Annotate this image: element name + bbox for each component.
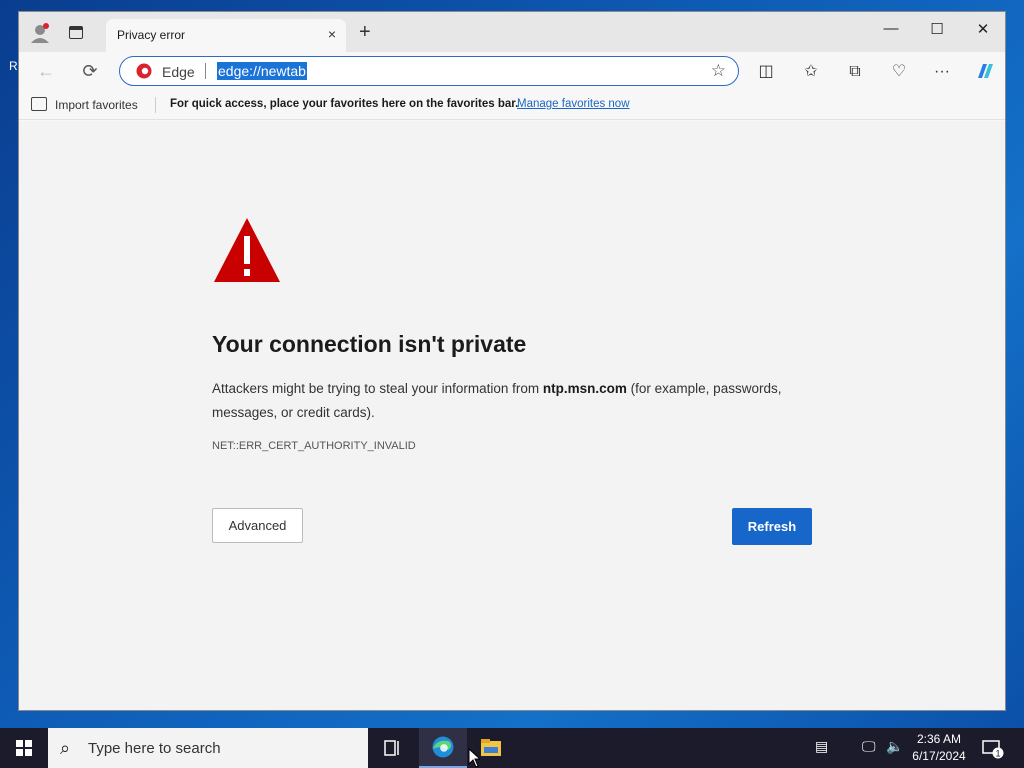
search-placeholder: Type here to search: [88, 740, 221, 757]
address-separator: [205, 63, 206, 79]
new-tab-icon[interactable]: +: [359, 22, 371, 42]
manage-favorites-link[interactable]: Manage favorites now: [517, 98, 630, 110]
error-heading: Your connection isn't private: [212, 331, 527, 357]
favorites-bar: Import favorites For quick access, place…: [19, 90, 1005, 120]
description-host: ntp.msn.com: [542, 381, 627, 396]
refresh-icon[interactable]: ⟳: [79, 60, 101, 82]
tab-close-icon[interactable]: ×: [328, 26, 336, 42]
taskbar-search-box[interactable]: ⌕ Type here to search: [48, 728, 368, 768]
close-window-icon[interactable]: ✕: [973, 20, 993, 38]
warning-icon: [214, 218, 280, 282]
windows-start-icon[interactable]: [0, 728, 48, 768]
maximize-icon[interactable]: ☐: [927, 20, 947, 38]
network-icon[interactable]: 🖵: [862, 738, 876, 755]
copilot-icon[interactable]: [974, 60, 996, 82]
advanced-button[interactable]: Advanced: [212, 508, 303, 543]
address-bar[interactable]: Edge edge://newtab ☆: [119, 56, 739, 86]
notification-count: 1: [995, 749, 1000, 759]
more-options-icon[interactable]: ···: [931, 61, 953, 83]
import-favorites-button[interactable]: Import favorites: [55, 98, 138, 112]
site-info-label[interactable]: Edge: [162, 64, 195, 80]
favorites-hint: For quick access, place your favorites h…: [170, 98, 519, 110]
system-clock[interactable]: 2:36 AM 6/17/2024: [906, 731, 972, 765]
profile-icon[interactable]: [29, 22, 51, 44]
split-screen-icon[interactable]: ◫: [755, 61, 777, 83]
notification-icon[interactable]: 1: [982, 739, 1004, 759]
url-text[interactable]: edge://newtab: [217, 62, 307, 80]
clock-date: 6/17/2024: [912, 749, 966, 763]
browser-essentials-icon[interactable]: ♡: [888, 61, 910, 83]
edge-taskbar-icon[interactable]: [419, 728, 467, 768]
error-description: Attackers might be trying to steal your …: [212, 377, 822, 425]
tab-title: Privacy error: [117, 28, 186, 42]
back-icon[interactable]: ←: [35, 60, 57, 82]
browser-window: Privacy error × + — ☐ ✕ ← ⟳ Edge edge://…: [18, 11, 1006, 711]
search-icon: ⌕: [60, 738, 71, 758]
description-pre: Attackers might be trying to steal your …: [212, 381, 543, 396]
error-page: Your connection isn't private Attackers …: [19, 121, 1005, 710]
minimize-icon[interactable]: —: [881, 20, 901, 37]
collections-icon[interactable]: ⧉: [844, 61, 866, 83]
news-icon[interactable]: ▤: [815, 738, 828, 755]
mouse-cursor-icon: [468, 748, 480, 768]
tab-bar: Privacy error × + — ☐ ✕: [19, 12, 1005, 52]
tab-actions-icon[interactable]: [69, 26, 83, 39]
error-code: NET::ERR_CERT_AUTHORITY_INVALID: [212, 440, 416, 452]
desktop-text: R: [9, 59, 18, 73]
import-favorites-icon[interactable]: [31, 97, 47, 111]
favorites-icon[interactable]: ✩: [800, 61, 822, 83]
volume-icon[interactable]: 🔈: [886, 738, 903, 755]
task-view-icon[interactable]: [368, 728, 416, 768]
tab-privacy-error[interactable]: Privacy error ×: [106, 19, 346, 52]
toolbar: ← ⟳ Edge edge://newtab ☆ ◫ ✩ ⧉ ♡ ···: [19, 52, 1005, 90]
taskbar: ⌕ Type here to search ▤ 🖵 🔈 2:36 AM 6/17…: [0, 728, 1024, 768]
favorites-divider: [155, 97, 156, 113]
refresh-button[interactable]: Refresh: [732, 508, 812, 545]
edge-warning-logo-icon: [136, 63, 152, 79]
clock-time: 2:36 AM: [916, 732, 962, 746]
favorite-star-icon[interactable]: ☆: [711, 61, 726, 81]
